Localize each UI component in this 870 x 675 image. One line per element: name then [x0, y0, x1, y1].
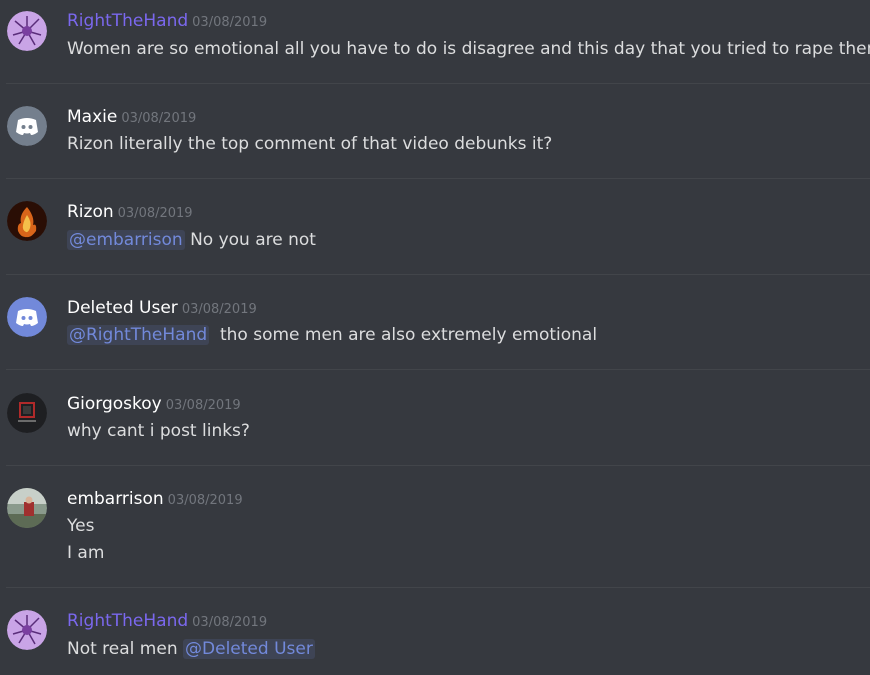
message-divider	[6, 369, 870, 370]
message-divider	[6, 465, 870, 466]
message-text: Rizon literally the top comment of that …	[67, 134, 553, 154]
purple-flower-avatar-icon[interactable]	[7, 11, 47, 51]
message-divider	[6, 274, 870, 275]
timestamp: 03/08/2019	[167, 493, 243, 508]
username[interactable]: Rizon	[67, 202, 114, 222]
message-text: Yes	[67, 516, 95, 536]
discord-default-avatar-icon[interactable]	[7, 106, 47, 146]
purple-flower-avatar-icon[interactable]	[7, 610, 47, 650]
message-text: @RightTheHand tho some men are also extr…	[67, 325, 597, 345]
timestamp: 03/08/2019	[192, 15, 268, 30]
username[interactable]: Deleted User	[67, 298, 178, 318]
timestamp: 03/08/2019	[121, 111, 197, 126]
dark-logo-avatar-icon[interactable]	[7, 393, 47, 433]
photo-avatar-icon[interactable]	[7, 488, 47, 528]
timestamp: 03/08/2019	[165, 398, 241, 413]
username[interactable]: Maxie	[67, 107, 117, 127]
message-divider	[6, 178, 870, 179]
message-text: I am	[67, 543, 105, 563]
username[interactable]: RightTheHand	[67, 11, 188, 31]
message-text: why cant i post links?	[67, 421, 250, 441]
user-mention[interactable]: @embarrison	[67, 230, 185, 250]
chat-feed: RightTheHand 03/08/2019 Women are so emot…	[0, 0, 870, 675]
message-text: Not real men @Deleted User	[67, 639, 315, 659]
message-text-after-mention: No you are not	[184, 230, 316, 250]
fire-avatar-icon[interactable]	[7, 201, 47, 241]
timestamp: 03/08/2019	[181, 302, 257, 317]
message-text-before-mention: Not real men	[67, 639, 184, 659]
timestamp: 03/08/2019	[117, 206, 193, 221]
username[interactable]: RightTheHand	[67, 611, 188, 631]
timestamp: 03/08/2019	[192, 615, 268, 630]
username[interactable]: embarrison	[67, 489, 164, 509]
user-mention[interactable]: @Deleted User	[183, 639, 315, 659]
message-text: @embarrison No you are not	[67, 230, 316, 250]
user-mention[interactable]: @RightTheHand	[67, 325, 210, 345]
message-text-after-mention: tho some men are also extremely emotiona…	[209, 325, 598, 345]
username[interactable]: Giorgoskoy	[67, 394, 162, 414]
discord-default-avatar-icon[interactable]	[7, 297, 47, 337]
message-divider	[6, 83, 870, 84]
message-divider	[6, 587, 870, 588]
message-text: Women are so emotional all you have to d…	[67, 39, 870, 59]
